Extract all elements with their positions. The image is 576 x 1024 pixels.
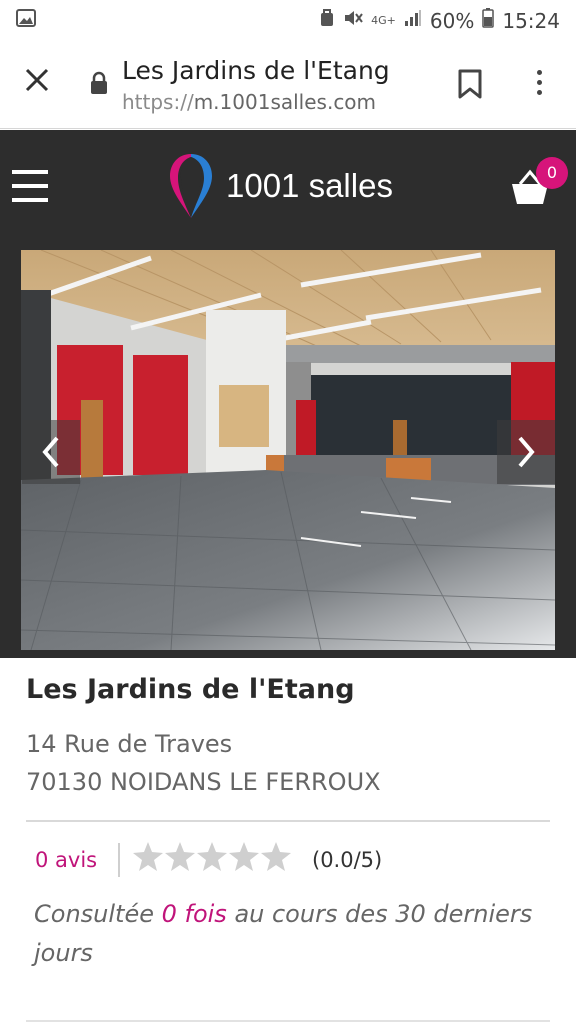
views-prefix: Consultée <box>34 900 162 928</box>
battery-icon <box>482 8 495 33</box>
star-icon <box>229 842 259 871</box>
url-host: m.1001salles.com <box>193 90 377 114</box>
browser-toolbar: Les Jardins de l'Etang https://m.1001sal… <box>0 40 576 129</box>
url-text[interactable]: https://m.1001salles.com <box>122 90 376 114</box>
clock: 15:24 <box>502 8 560 33</box>
venue-photo[interactable] <box>21 250 555 650</box>
chevron-left-icon <box>42 436 59 468</box>
site-logo[interactable]: 1001 salles <box>168 152 393 220</box>
venue-street: 14 Rue de Traves <box>26 730 233 758</box>
star-icon <box>197 842 227 871</box>
venue-name: Les Jardins de l'Etang <box>26 674 355 705</box>
views-stat: Consultée 0 fois au cours des 30 dernier… <box>34 895 554 973</box>
network-type: 4G+ <box>371 14 396 27</box>
close-icon[interactable] <box>24 67 54 97</box>
logo-text: 1001 salles <box>226 167 393 204</box>
chevron-right-icon <box>518 436 535 468</box>
gallery-next-button[interactable] <box>497 420 555 484</box>
rating-score: (0.0/5) <box>312 848 383 872</box>
location-pin-logo-icon <box>170 154 212 218</box>
gallery-prev-button[interactable] <box>22 420 80 484</box>
status-bar: 4G+ 60% 15:24 <box>0 0 576 40</box>
mute-icon <box>343 9 363 32</box>
views-count: 0 fois <box>161 900 227 928</box>
page-title[interactable]: Les Jardins de l'Etang <box>122 56 390 85</box>
separator <box>118 843 120 877</box>
site-header: 1001 salles 0 <box>0 130 576 248</box>
reviews-link[interactable]: 0 avis <box>35 848 97 872</box>
rating-stars <box>132 840 292 874</box>
bookmark-icon[interactable] <box>457 69 483 103</box>
venue-city: 70130 NOIDANS LE FERROUX <box>26 768 381 796</box>
lock-icon <box>90 71 108 99</box>
more-vert-icon[interactable] <box>532 70 546 98</box>
hamburger-icon[interactable] <box>12 170 48 202</box>
photo-gallery <box>0 248 576 658</box>
cart-count-badge: 0 <box>536 157 568 189</box>
star-icon <box>133 842 163 871</box>
status-icons: 4G+ 60% 15:24 <box>319 8 560 33</box>
hand-icon <box>319 9 335 32</box>
divider <box>26 1020 550 1022</box>
signal-icon <box>404 9 422 32</box>
url-protocol: https:// <box>122 90 194 114</box>
divider <box>26 820 550 822</box>
image-icon <box>16 9 36 31</box>
star-icon <box>165 842 195 871</box>
star-icon <box>261 842 291 871</box>
battery-percent: 60% <box>429 8 475 33</box>
